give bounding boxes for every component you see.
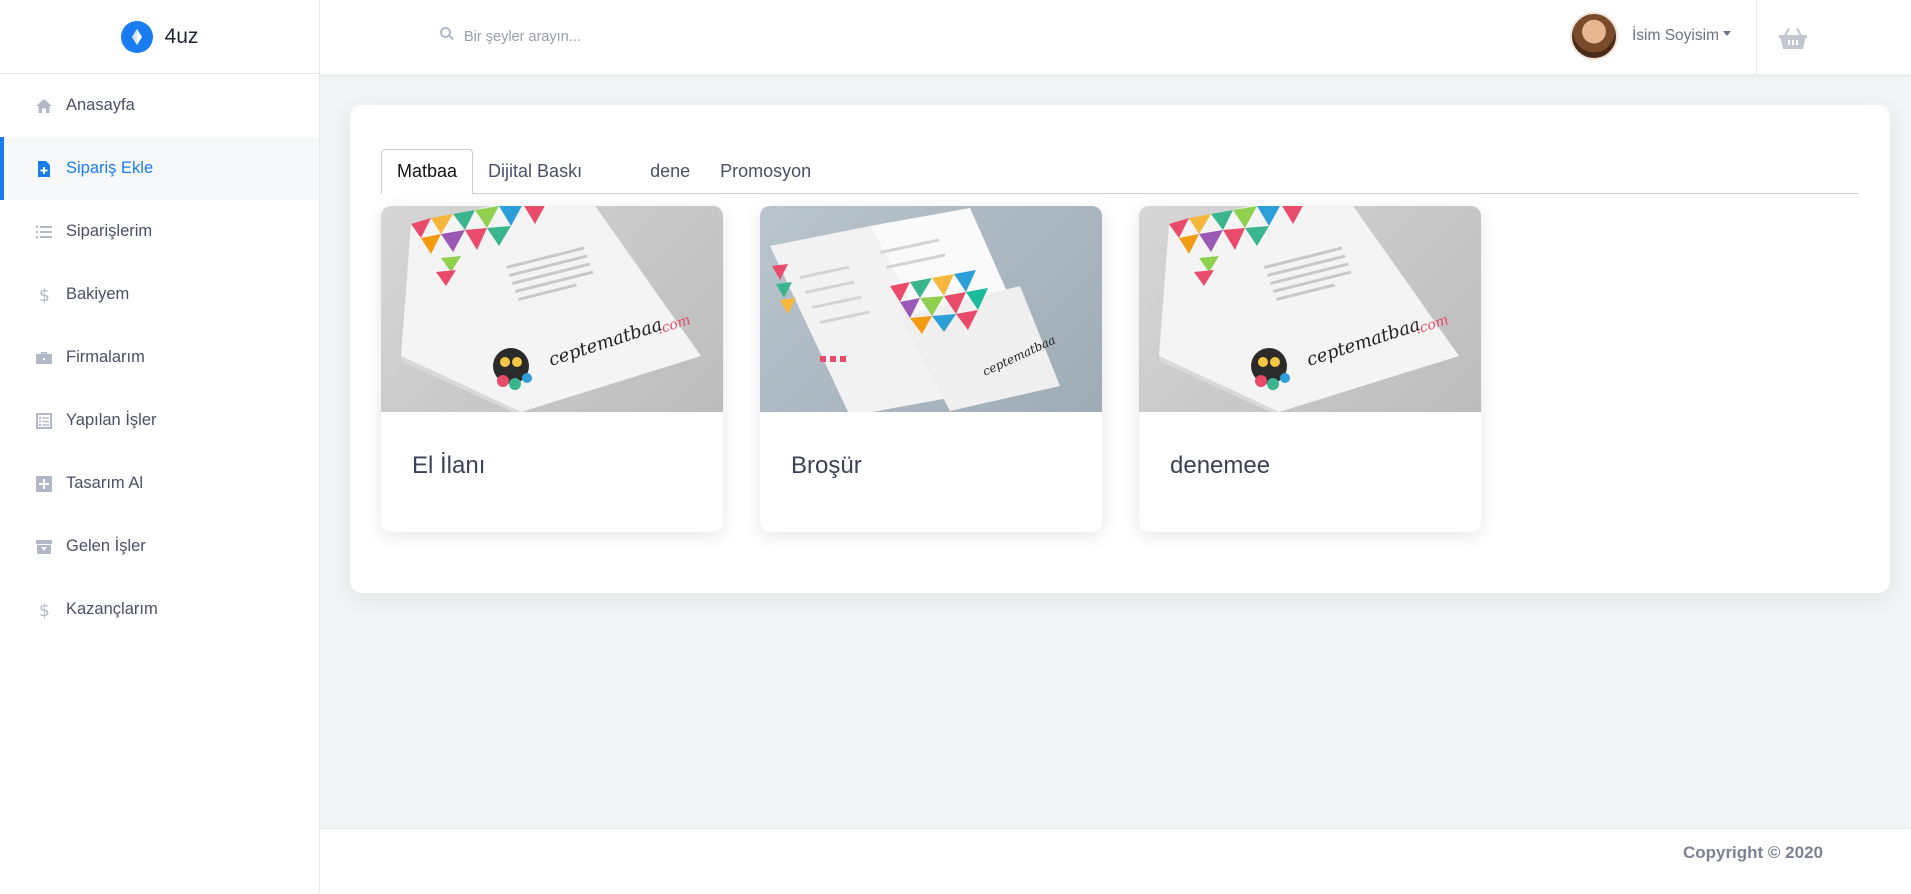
product-image: ceptematbaa .com (381, 206, 723, 412)
dollar-icon: $ (34, 600, 54, 620)
sidebar-item-yapilan-isler[interactable]: Yapılan İşler (0, 389, 319, 452)
briefcase-icon (34, 348, 54, 368)
category-tabs: Matbaa Dijital Baskı dene Promosyon (381, 149, 1858, 194)
product-title: denemee (1170, 452, 1271, 479)
sidebar-item-bakiyem[interactable]: $ Bakiyem (0, 263, 319, 326)
sidebar-item-gelen-isler[interactable]: Gelen İşler (0, 515, 319, 578)
search-icon (440, 27, 454, 46)
sidebar-item-siparis-ekle[interactable]: Sipariş Ekle (0, 137, 319, 200)
dollar-icon: $ (34, 285, 54, 305)
basket-icon[interactable] (1778, 26, 1808, 50)
svg-text:$: $ (39, 286, 50, 304)
sidebar: 4uz Anasayfa Sipariş Ekle Siparişlerim $… (0, 0, 320, 894)
copyright-text: Copyright © 2020 (1682, 843, 1823, 862)
sidebar-item-label: Sipariş Ekle (66, 159, 154, 177)
sidebar-item-label: Anasayfa (66, 96, 135, 114)
sidebar-item-label: Bakiyem (66, 285, 130, 303)
tab-dijital-baski[interactable]: Dijital Baskı (473, 149, 597, 193)
inbox-icon (34, 537, 54, 557)
sidebar-item-label: Kazançlarım (66, 600, 158, 618)
sidebar-item-kazanclarim[interactable]: $ Kazançlarım (0, 578, 319, 641)
sidebar-item-siparislerim[interactable]: Siparişlerim (0, 200, 319, 263)
file-plus-icon (34, 159, 54, 179)
footer: Copyright © 2020 (320, 828, 1911, 894)
product-card[interactable]: ceptematbaa Broşür (760, 206, 1102, 532)
logo-icon (120, 20, 153, 53)
sidebar-item-label: Firmalarım (66, 348, 145, 366)
search-bar (440, 27, 764, 46)
tab-dene[interactable]: dene (635, 149, 705, 193)
sidebar-item-label: Gelen İşler (66, 537, 146, 555)
sidebar-item-firmalarim[interactable]: Firmalarım (0, 326, 319, 389)
product-card[interactable]: ceptematbaa .com El İlanı (381, 206, 723, 532)
plus-square-icon (34, 474, 54, 494)
list-icon (34, 222, 54, 242)
user-menu[interactable]: İsim Soyisim (1570, 12, 1731, 60)
topbar: İsim Soyisim (320, 0, 1911, 74)
sidebar-item-label: Tasarım Al (66, 474, 144, 492)
avatar[interactable] (1570, 12, 1618, 60)
product-image: ceptematbaa .com (1139, 206, 1481, 412)
tab-matbaa[interactable]: Matbaa (381, 149, 474, 194)
sidebar-item-anasayfa[interactable]: Anasayfa (0, 74, 319, 137)
search-input[interactable] (464, 28, 764, 45)
product-image: ceptematbaa (760, 206, 1102, 412)
sidebar-item-label: Siparişlerim (66, 222, 153, 240)
sidebar-item-tasarim-al[interactable]: Tasarım Al (0, 452, 319, 515)
caret-down-icon (1722, 31, 1731, 37)
svg-text:$: $ (39, 601, 50, 619)
user-name: İsim Soyisim (1632, 27, 1719, 44)
tab-promosyon[interactable]: Promosyon (705, 149, 826, 193)
checklist-icon (34, 411, 54, 431)
home-icon (34, 96, 54, 116)
sidebar-nav: Anasayfa Sipariş Ekle Siparişlerim $ Bak… (0, 74, 319, 641)
header-divider (1756, 0, 1757, 74)
brand-name: 4uz (164, 24, 199, 48)
product-grid: ceptematbaa .com El İlanı ceptematbaa Br… (381, 206, 1481, 532)
product-title: El İlanı (412, 452, 486, 479)
main-panel: Matbaa Dijital Baskı dene Promosyon cept… (350, 105, 1890, 593)
sidebar-item-label: Yapılan İşler (66, 411, 157, 429)
product-title: Broşür (791, 452, 862, 479)
product-card[interactable]: ceptematbaa .com denemee (1139, 206, 1481, 532)
brand[interactable]: 4uz (0, 0, 319, 74)
